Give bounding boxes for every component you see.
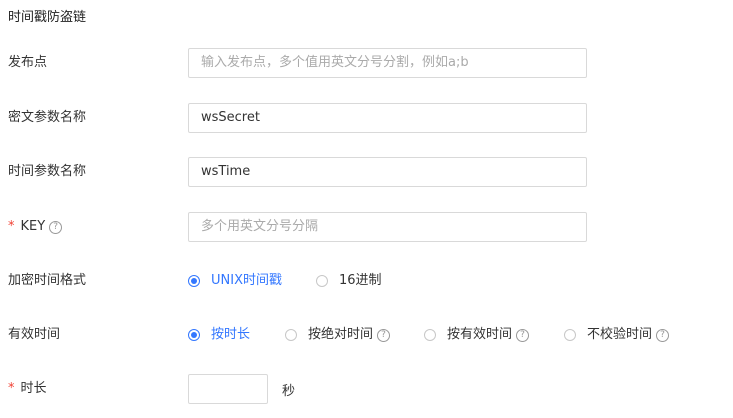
- key-label-group: * KEY?: [8, 218, 63, 236]
- radio-label: 按有效时间: [447, 327, 513, 342]
- form-row-valid-time: 有效时间 按时长 按绝对时间 ? 按有效时间 ? 不校验时间 ?: [0, 320, 733, 350]
- secret-param-value: wsSecret: [201, 110, 260, 125]
- form-row-origin: 发布点 输入发布点，多个值用英文分号分割，例如a;b: [0, 48, 733, 78]
- time-param-value: wsTime: [201, 164, 251, 179]
- radio-no-time-check[interactable]: 不校验时间 ?: [564, 326, 670, 344]
- secret-param-label: 密文参数名称: [8, 110, 87, 125]
- form-row-time-param: 时间参数名称 wsTime: [0, 157, 733, 187]
- duration-input[interactable]: [188, 374, 268, 404]
- duration-label-group: * 时长: [8, 380, 47, 398]
- question-circle-icon[interactable]: ?: [49, 221, 63, 234]
- radio-unix-timestamp[interactable]: UNIX时间戳: [188, 272, 282, 290]
- section-title: 时间戳防盗链: [8, 10, 87, 25]
- key-placeholder: 多个用英文分号分隔: [201, 219, 319, 234]
- origin-placeholder: 输入发布点，多个值用英文分号分割，例如a;b: [201, 55, 469, 70]
- duration-label: 时长: [20, 381, 47, 396]
- form-row-duration: * 时长 秒: [0, 374, 733, 404]
- secret-param-input[interactable]: wsSecret: [188, 103, 587, 133]
- time-param-label: 时间参数名称: [8, 164, 87, 179]
- radio-unchecked-icon: [564, 329, 576, 341]
- time-param-input[interactable]: wsTime: [188, 157, 587, 187]
- radio-by-duration[interactable]: 按时长: [188, 326, 250, 344]
- radio-label: 16进制: [339, 273, 382, 288]
- radio-label: 按绝对时间: [308, 327, 374, 342]
- question-circle-icon[interactable]: ?: [377, 328, 391, 342]
- radio-by-absolute-time[interactable]: 按绝对时间 ?: [285, 326, 391, 344]
- radio-checked-icon: [188, 275, 200, 287]
- encrypt-format-label: 加密时间格式: [8, 273, 87, 288]
- valid-time-label: 有效时间: [8, 327, 61, 342]
- radio-hex[interactable]: 16进制: [316, 272, 382, 290]
- form-row-key: * KEY? 多个用英文分号分隔: [0, 212, 733, 242]
- radio-by-valid-time[interactable]: 按有效时间 ?: [424, 326, 530, 344]
- question-circle-icon[interactable]: ?: [516, 328, 530, 342]
- radio-unchecked-icon: [424, 329, 436, 341]
- form-row-encrypt-format: 加密时间格式 UNIX时间戳 16进制: [0, 266, 733, 296]
- required-marker: *: [8, 219, 15, 234]
- key-input[interactable]: 多个用英文分号分隔: [188, 212, 587, 242]
- duration-unit: 秒: [282, 384, 296, 399]
- radio-label: 不校验时间: [587, 327, 653, 342]
- radio-label: UNIX时间戳: [211, 273, 282, 288]
- question-circle-icon[interactable]: ?: [656, 328, 670, 342]
- radio-unchecked-icon: [316, 275, 328, 287]
- required-marker: *: [8, 381, 15, 396]
- form-row-secret-param: 密文参数名称 wsSecret: [0, 103, 733, 133]
- origin-input[interactable]: 输入发布点，多个值用英文分号分割，例如a;b: [188, 48, 587, 78]
- radio-label: 按时长: [211, 327, 251, 342]
- radio-unchecked-icon: [285, 329, 297, 341]
- radio-checked-icon: [188, 329, 200, 341]
- origin-label: 发布点: [8, 55, 48, 70]
- key-label: KEY: [20, 219, 46, 234]
